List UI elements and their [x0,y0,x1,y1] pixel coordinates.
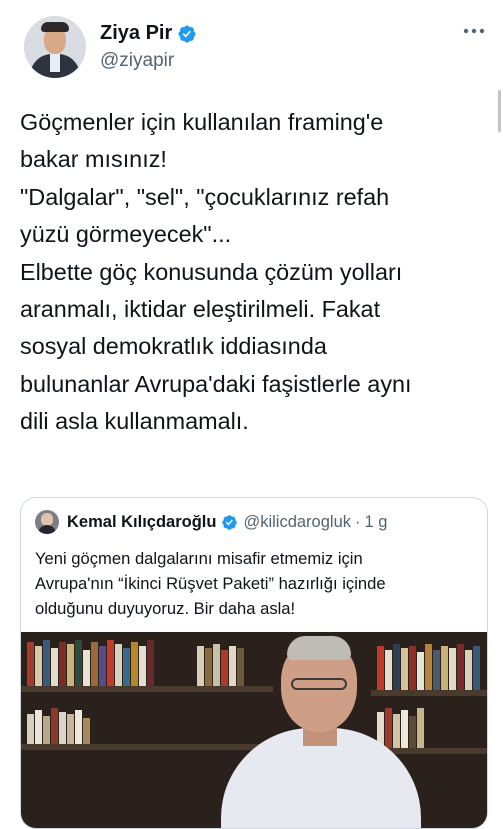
tweet-text-line: Göçmenler için kullanılan framing'e [20,109,384,135]
quoted-avatar[interactable] [35,510,59,534]
tweet-text-line: Elbette göç konusunda çözüm yolları [20,258,403,285]
quoted-display-name[interactable]: Kemal Kılıçdaroğlu [67,513,216,532]
quoted-tweet-text: Yeni göçmen dalgalarını misafir etmemiz … [35,546,475,621]
quoted-text-line: olduğunu duyuyoruz. Bir daha asla! [35,599,296,618]
quoted-tweet-card[interactable]: Kemal Kılıçdaroğlu @kilicdarogluk · 1 g … [20,497,488,829]
tweet-text-line: aranmalı, iktidar eleştirilmeli. Fakat [20,296,381,323]
author-handle[interactable]: @ziyapir [100,50,174,72]
separator-dot: · [355,512,361,531]
quoted-video-thumbnail[interactable] [21,632,487,828]
more-options-icon[interactable] [462,26,486,36]
author-name-row: Ziya Pir [100,22,197,45]
tweet-text-line: "Dalgalar", "sel", "çocuklarınız refah [20,183,390,210]
tweet-text-line: bulunanlar Avrupa'daki faşistlerle aynı [20,370,412,397]
tweet-header: Ziya Pir @ziyapir [18,10,488,80]
quoted-text-line: Yeni göçmen dalgalarını misafir etmemiz … [35,549,363,568]
tweet-text: Göçmenler için kullanılan framing'e baka… [20,104,490,441]
verified-badge-icon [222,514,238,530]
verified-badge-icon [178,24,196,43]
quoted-tweet-header: Kemal Kılıçdaroğlu @kilicdarogluk · 1 g [35,510,387,534]
tweet-text-line: dili asla kullanmamalı. [20,408,249,435]
avatar[interactable] [24,16,86,78]
quoted-handle[interactable]: @kilicdarogluk [243,513,351,532]
quoted-timestamp[interactable]: 1 g [365,513,388,532]
tweet-text-line: bakar mısınız! [20,146,167,173]
tweet-text-line: yüzü görmeyecek"... [20,221,232,248]
scrollbar[interactable] [498,90,501,132]
quoted-text-line: Avrupa'nın “İkinci Rüşvet Paketi” hazırl… [35,574,386,593]
author-display-name[interactable]: Ziya Pir [100,22,172,45]
tweet-text-line: sosyal demokratlık iddiasında [20,333,327,360]
